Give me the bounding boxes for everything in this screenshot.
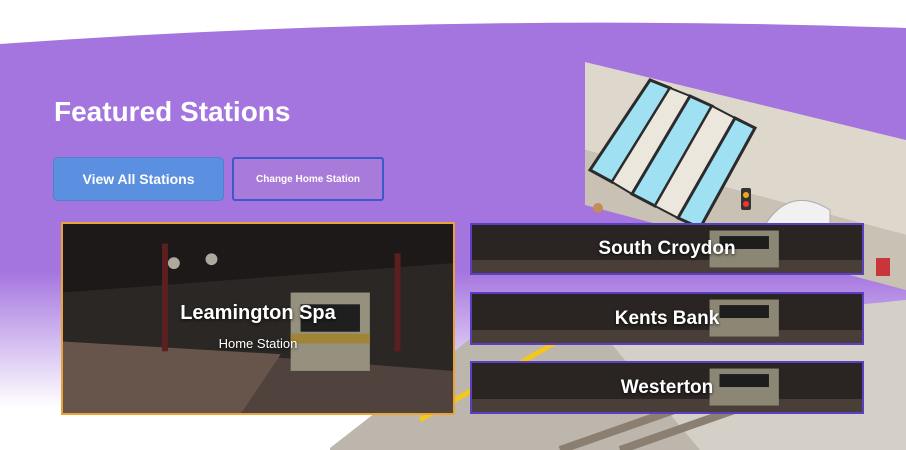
home-station-card[interactable]: Leamington Spa Home Station <box>61 222 455 415</box>
station-card[interactable]: Westerton <box>470 361 864 414</box>
page-title: Featured Stations <box>54 96 291 127</box>
station-card[interactable]: Kents Bank <box>470 292 864 345</box>
view-all-stations-button[interactable]: View All Stations <box>53 157 224 201</box>
change-home-station-button[interactable]: Change Home Station <box>232 157 384 201</box>
home-station-name: Leamington Spa <box>180 302 336 324</box>
station-card[interactable]: South Croydon <box>470 223 864 275</box>
station-name: Westerton <box>620 376 714 398</box>
station-name: Kents Bank <box>614 307 720 329</box>
hero-banner: Featured Stations View All Stations Chan… <box>0 0 906 450</box>
station-name: South Croydon <box>598 238 736 259</box>
home-station-badge: Home Station <box>218 336 298 351</box>
